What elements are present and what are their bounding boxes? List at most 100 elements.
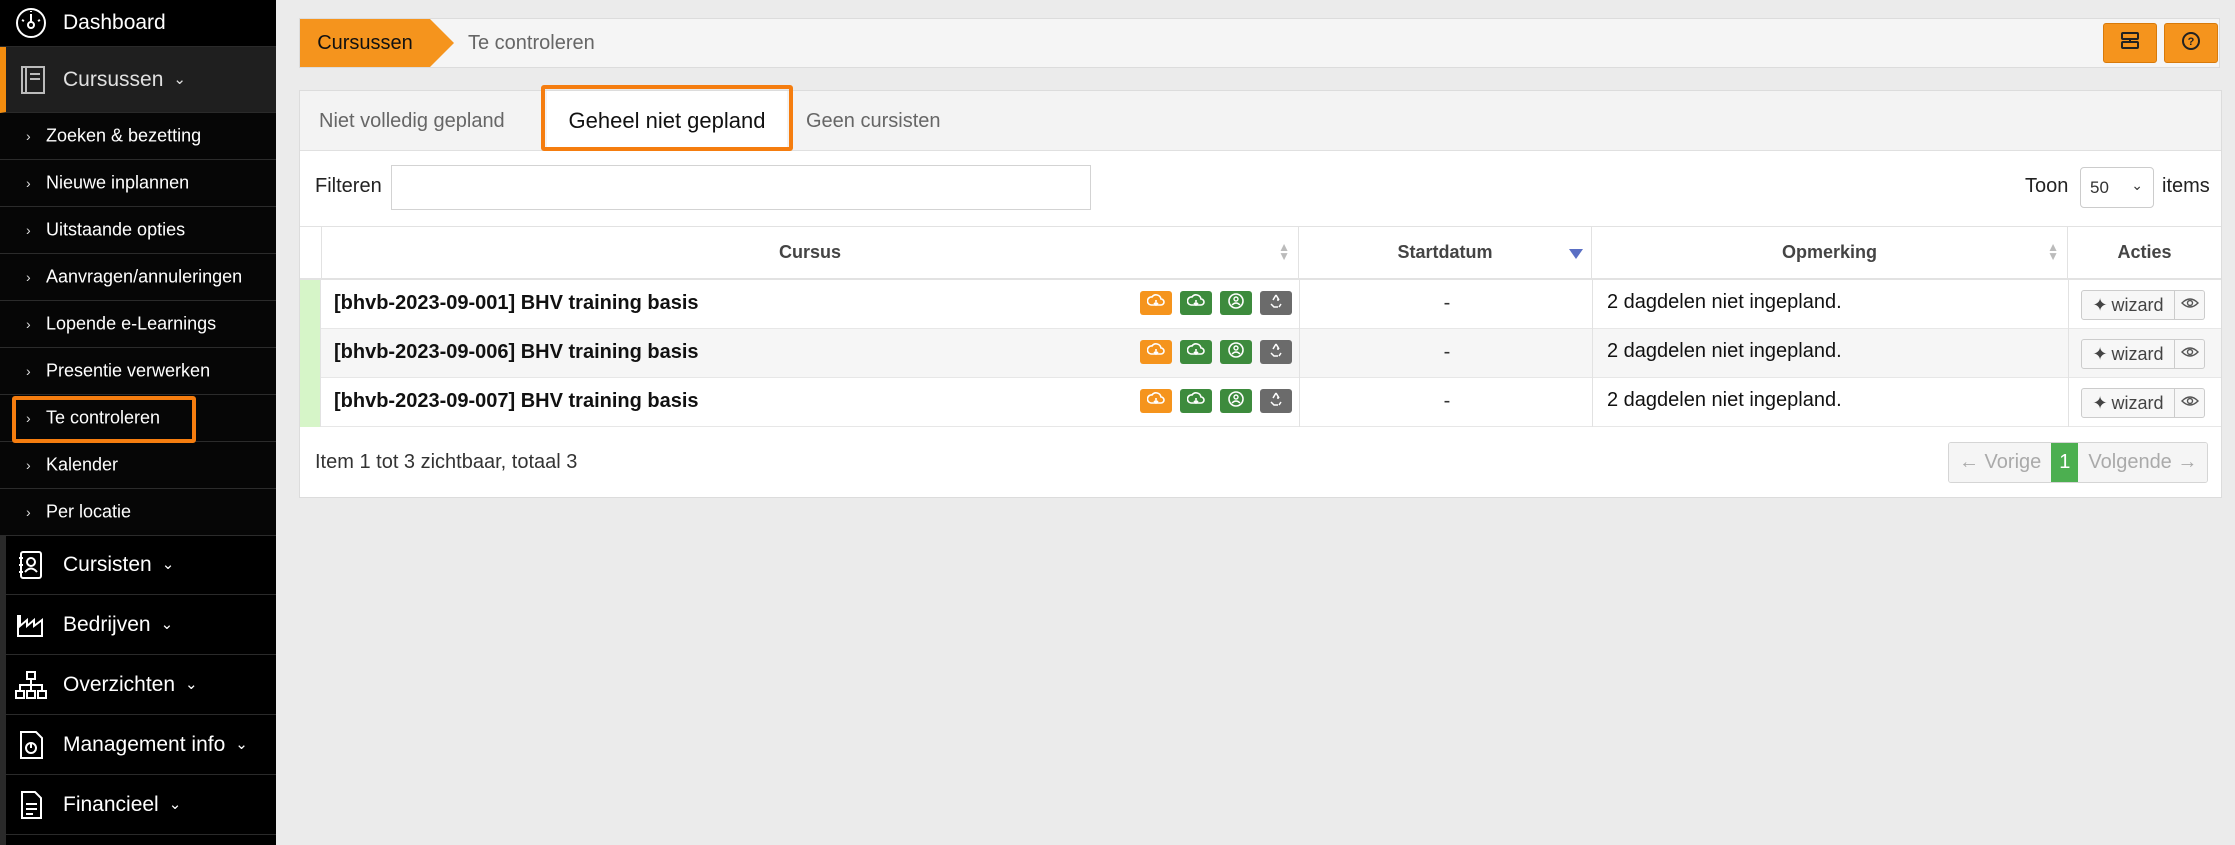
- breadcrumb-arrow: [430, 19, 454, 67]
- chevron-down-icon: ⌄: [160, 615, 174, 633]
- sidebar-item-label: Financieel: [63, 792, 159, 816]
- opmerking-value: 2 dagdelen niet ingepland.: [1607, 340, 1842, 362]
- chevron-right-icon: ›: [26, 457, 31, 473]
- cloud-download-button[interactable]: [1140, 389, 1172, 413]
- sidebar-item-bedrijven[interactable]: Bedrijven ⌄: [0, 595, 276, 655]
- wizard-button[interactable]: ✦ wizard: [2081, 388, 2175, 418]
- cell-divider: [1299, 378, 1300, 427]
- cursus-name[interactable]: [bhvb-2023-09-007] BHV training basis: [334, 390, 699, 413]
- person-circle-icon: [1227, 292, 1245, 315]
- help-button[interactable]: ?: [2164, 23, 2218, 63]
- column-header-cursus[interactable]: Cursus ▲ ▼: [322, 226, 1299, 280]
- cell-divider: [1299, 329, 1300, 378]
- pagination-next[interactable]: Volgende →: [2078, 443, 2208, 482]
- startdatum-value: -: [1443, 292, 1451, 314]
- table-row[interactable]: [bhvb-2023-09-001] BHV training basis - …: [300, 280, 2221, 329]
- cell-divider: [1299, 280, 1300, 329]
- person-circle-button[interactable]: [1220, 291, 1252, 315]
- sidebar-subitem-zoeken[interactable]: › Zoeken & bezetting: [0, 113, 276, 160]
- tab-geen-cursisten[interactable]: Geen cursisten: [806, 91, 941, 151]
- wizard-button[interactable]: ✦ wizard: [2081, 290, 2175, 320]
- tab-geheel-niet-gepland[interactable]: Geheel niet gepland: [547, 91, 787, 151]
- eye-icon: [2180, 343, 2199, 366]
- person-circle-button[interactable]: [1220, 340, 1252, 364]
- sitemap-icon: [14, 668, 48, 702]
- pagination-current[interactable]: 1: [2051, 443, 2079, 482]
- recycle-icon: [1267, 341, 1285, 364]
- sort-icon: ▲ ▼: [1278, 240, 1290, 263]
- magic-wand-icon: ✦: [2092, 392, 2108, 413]
- view-button[interactable]: [2175, 339, 2205, 369]
- cell-divider: [1592, 378, 1593, 427]
- column-header-acties: Acties: [2068, 226, 2221, 280]
- sidebar-subitem-e-learnings[interactable]: › Lopende e-Learnings: [0, 301, 276, 348]
- cell-divider: [1592, 280, 1593, 329]
- recycle-button[interactable]: [1260, 340, 1292, 364]
- sidebar-item-cursussen[interactable]: Cursussen ⌄: [0, 47, 276, 113]
- sidebar-item-management-info[interactable]: Management info ⌄: [0, 715, 276, 775]
- sidebar-item-dashboard[interactable]: Dashboard: [0, 0, 276, 47]
- sidebar-item-cursisten[interactable]: Cursisten ⌄: [0, 536, 276, 595]
- cursus-name[interactable]: [bhvb-2023-09-006] BHV training basis: [334, 341, 699, 364]
- sidebar-item-label: Management info: [63, 732, 226, 756]
- breadcrumb-root[interactable]: Cursussen: [300, 19, 430, 67]
- cloud-download-green-button[interactable]: [1180, 389, 1212, 413]
- recycle-button[interactable]: [1260, 291, 1292, 315]
- report-icon: [14, 728, 48, 762]
- sidebar-subitem-aanvragen[interactable]: › Aanvragen/annuleringen: [0, 254, 276, 301]
- sidebar-subitem-per-locatie[interactable]: › Per locatie: [0, 489, 276, 536]
- person-circle-icon: [1227, 390, 1245, 413]
- chevron-right-icon: ›: [26, 128, 31, 144]
- cloud-download-green-button[interactable]: [1180, 340, 1212, 364]
- wizard-button[interactable]: ✦ wizard: [2081, 339, 2175, 369]
- tab-niet-volledig-gepland[interactable]: Niet volledig gepland: [319, 91, 505, 151]
- pagination-prev[interactable]: ← Vorige: [1949, 443, 2052, 482]
- cloud-download-green-button[interactable]: [1180, 291, 1212, 315]
- cloud-download-button[interactable]: [1140, 291, 1172, 315]
- sidebar-edge: [0, 535, 6, 845]
- row-status-strip: [300, 280, 321, 329]
- sidebar-item-financieel[interactable]: Financieel ⌄: [0, 775, 276, 835]
- filter-input[interactable]: [391, 165, 1091, 210]
- startdatum-value: -: [1443, 341, 1451, 363]
- document-icon: [14, 788, 48, 822]
- dashboard-icon: [14, 6, 48, 40]
- page-size-select[interactable]: 50 ⌄: [2080, 167, 2154, 208]
- chevron-right-icon: ›: [26, 222, 31, 238]
- server-icon: [2119, 30, 2141, 57]
- chevron-right-icon: ›: [26, 363, 31, 379]
- magic-wand-icon: ✦: [2092, 294, 2108, 315]
- person-circle-icon: [1227, 341, 1245, 364]
- view-button[interactable]: [2175, 388, 2205, 418]
- person-circle-button[interactable]: [1220, 389, 1252, 413]
- table-row[interactable]: [bhvb-2023-09-006] BHV training basis - …: [300, 329, 2221, 378]
- sidebar-item-label: Cursussen: [63, 67, 164, 91]
- view-button[interactable]: [2175, 290, 2205, 320]
- sort-desc-icon: [1569, 249, 1583, 259]
- cloud-download-icon: [1186, 341, 1205, 364]
- column-header-opmerking[interactable]: Opmerking ▲ ▼: [1592, 226, 2068, 280]
- cloud-download-icon: [1186, 292, 1205, 315]
- column-header-startdatum[interactable]: Startdatum: [1299, 226, 1592, 280]
- sidebar-subitem-nieuwe-inplannen[interactable]: › Nieuwe inplannen: [0, 160, 276, 207]
- sidebar-subitem-kalender[interactable]: › Kalender: [0, 442, 276, 489]
- chevron-down-icon: ⌄: [173, 70, 186, 88]
- layout-button[interactable]: [2103, 23, 2157, 63]
- magic-wand-icon: ✦: [2092, 343, 2108, 364]
- sidebar-item-overzichten[interactable]: Overzichten ⌄: [0, 655, 276, 715]
- sidebar-subitem-uitstaande-opties[interactable]: › Uitstaande opties: [0, 207, 276, 254]
- table-row[interactable]: [bhvb-2023-09-007] BHV training basis - …: [300, 378, 2221, 427]
- recycle-button[interactable]: [1260, 389, 1292, 413]
- factory-icon: [14, 608, 48, 642]
- row-icon-buttons: [1140, 389, 1292, 413]
- sidebar-item-label: Bedrijven: [63, 612, 151, 636]
- cloud-download-icon: [1146, 390, 1165, 413]
- opmerking-value: 2 dagdelen niet ingepland.: [1607, 389, 1842, 411]
- cloud-download-button[interactable]: [1140, 340, 1172, 364]
- table-summary: Item 1 tot 3 zichtbaar, totaal 3: [315, 451, 578, 473]
- cell-divider: [2068, 280, 2069, 329]
- sidebar-subitem-presentie[interactable]: › Presentie verwerken: [0, 348, 276, 395]
- cursus-name[interactable]: [bhvb-2023-09-001] BHV training basis: [334, 292, 699, 315]
- question-icon: ?: [2180, 30, 2202, 57]
- svg-text:?: ?: [2188, 36, 2195, 48]
